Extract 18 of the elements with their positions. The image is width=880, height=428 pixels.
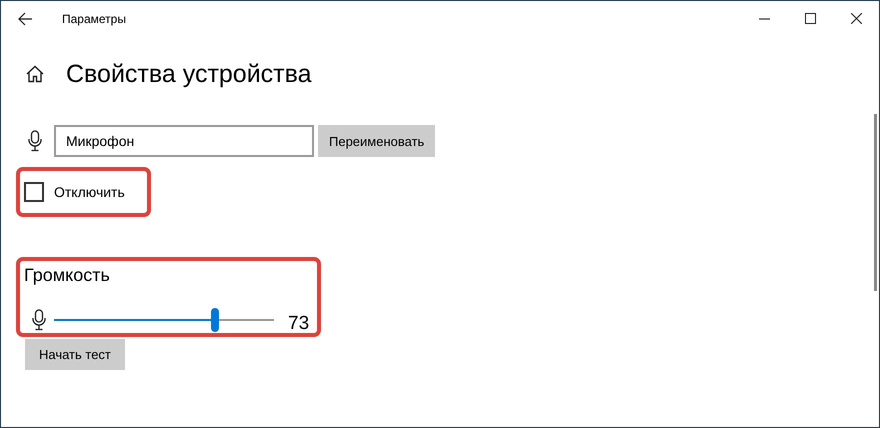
volume-reading: 73 bbox=[288, 313, 310, 335]
volume-slider-thumb[interactable] bbox=[210, 308, 219, 332]
start-test-button[interactable]: Начать тест bbox=[25, 339, 125, 370]
device-name-field[interactable]: Микрофон bbox=[54, 125, 314, 157]
page-heading: Свойства устройства bbox=[66, 60, 312, 88]
rename-button[interactable]: Переименовать bbox=[318, 125, 436, 157]
minimize-icon[interactable] bbox=[758, 18, 770, 20]
mute-label: Отключить bbox=[54, 184, 125, 200]
microphone-icon bbox=[28, 130, 42, 152]
window-title: Параметры bbox=[62, 12, 126, 26]
maximize-icon[interactable] bbox=[804, 13, 816, 24]
mute-checkbox[interactable] bbox=[24, 182, 44, 202]
close-icon[interactable] bbox=[850, 13, 862, 24]
scrollbar[interactable] bbox=[874, 114, 877, 291]
back-arrow-icon[interactable] bbox=[18, 12, 32, 26]
microphone-icon bbox=[32, 309, 46, 331]
volume-label: Громкость bbox=[24, 265, 111, 286]
home-icon[interactable] bbox=[26, 65, 44, 83]
